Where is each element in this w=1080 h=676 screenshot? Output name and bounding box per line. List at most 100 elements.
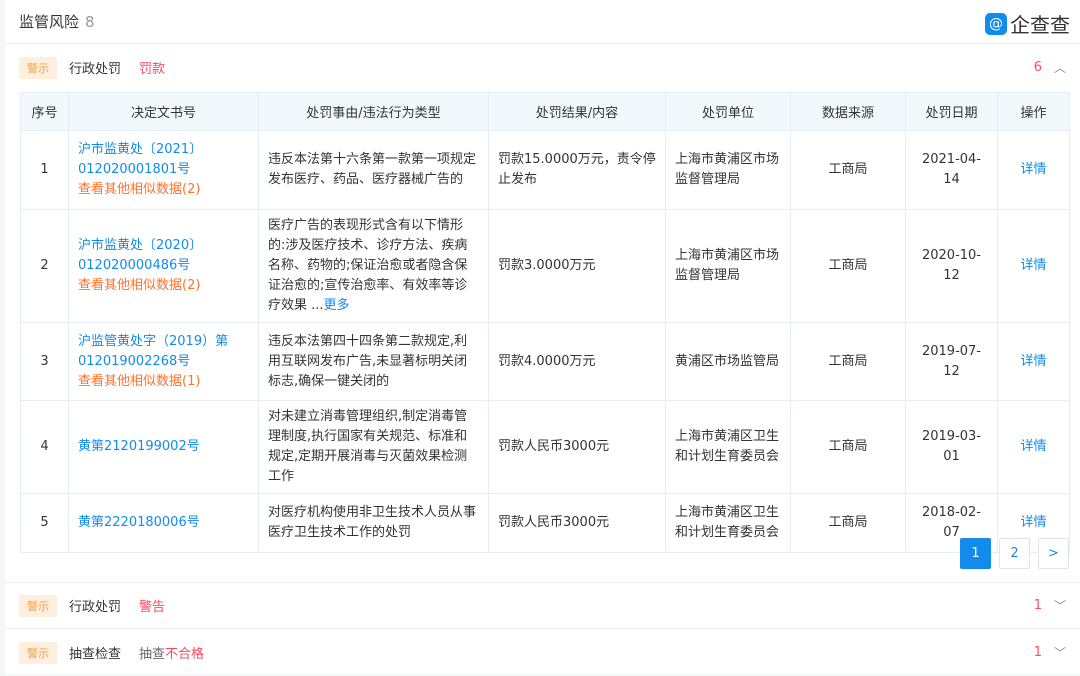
subtype-highlight: 不合格 — [165, 647, 205, 662]
similar-data-link[interactable]: 查看其他相似数据(2) — [78, 180, 249, 200]
qichacha-logo: @ 企查查 — [985, 9, 1070, 38]
action-cell: 详情 — [997, 209, 1070, 323]
doc-number-link[interactable]: 沪市监黄处〔2020〕012020000486号 — [78, 238, 202, 273]
section-category: 行政处罚 — [69, 62, 122, 77]
table-row: 3 沪监管黄处字（2019）第012019002268号 查看其他相似数据(1) … — [20, 322, 1070, 401]
reason-text: 医疗广告的表现形式含有以下情形的:涉及医疗技术、诊疗方法、疾病名称、药物的;保证… — [268, 218, 468, 313]
col-header: 处罚结果/内容 — [488, 92, 666, 131]
doc-cell: 黄第2120199002号 — [68, 400, 259, 494]
date-cell: 2019-07-12 — [905, 322, 998, 401]
pagination: 1 2 > — [960, 538, 1069, 569]
similar-data-link[interactable]: 查看其他相似数据(2) — [78, 276, 249, 296]
penalty-table: 序号 决定文书号 处罚事由/违法行为类型 处罚结果/内容 处罚单位 数据来源 处… — [20, 92, 1070, 553]
row-number: 1 — [20, 130, 69, 210]
source-cell: 工商局 — [790, 209, 906, 323]
reason-cell: 对未建立消毒管理组织,制定消毒管理制度,执行国家有关规范、标准和规定,定期开展消… — [258, 400, 489, 494]
unit-cell: 上海市黄浦区市场监督管理局 — [665, 130, 791, 210]
table-row: 5 黄第2220180006号 对医疗机构使用非卫生技术人员从事医疗卫生技术工作… — [20, 493, 1070, 553]
reason-cell: 对医疗机构使用非卫生技术人员从事医疗卫生技术工作的处罚 — [258, 493, 489, 553]
source-cell: 工商局 — [790, 400, 906, 494]
action-cell: 详情 — [997, 400, 1070, 494]
action-cell: 详情 — [997, 130, 1070, 210]
section-count: 1 — [1033, 598, 1042, 613]
section-subtype: 罚款 — [139, 62, 166, 77]
col-header: 操作 — [997, 92, 1070, 131]
page-2-button[interactable]: 2 — [999, 538, 1030, 569]
panel-count: 8 — [85, 12, 95, 31]
doc-cell: 沪市监黄处〔2021〕012020001801号查看其他相似数据(2) — [68, 130, 259, 210]
next-page-button[interactable]: > — [1038, 538, 1069, 569]
result-cell: 罚款人民币3000元 — [488, 400, 666, 494]
table-row: 1 沪市监黄处〔2021〕012020001801号查看其他相似数据(2) 违反… — [20, 130, 1070, 210]
col-header: 序号 — [20, 92, 69, 131]
source-cell: 工商局 — [790, 493, 906, 553]
section-count: 6 — [1033, 60, 1042, 75]
panel-header: 监管风险 8 @ 企查查 — [5, 0, 1080, 44]
section-header-inspection[interactable]: 警示 抽查检查 抽查不合格 1 ﹀ — [5, 629, 1080, 676]
table-row: 4 黄第2120199002号 对未建立消毒管理组织,制定消毒管理制度,执行国家… — [20, 400, 1070, 494]
detail-link[interactable]: 详情 — [1020, 258, 1046, 273]
chevron-down-icon[interactable]: ﹀ — [1054, 597, 1066, 614]
doc-cell: 沪市监黄处〔2020〕012020000486号查看其他相似数据(2) — [68, 209, 259, 323]
action-cell: 详情 — [997, 322, 1070, 401]
doc-number-link[interactable]: 沪市监黄处〔2021〕012020001801号 — [78, 142, 202, 177]
row-number: 5 — [20, 493, 69, 553]
col-header: 处罚日期 — [905, 92, 998, 131]
warning-badge: 警示 — [19, 641, 57, 664]
reason-cell: 违反本法第十六条第一款第一项规定发布医疗、药品、医疗器械广告的 — [258, 130, 489, 210]
regulatory-risk-panel: 监管风险 8 @ 企查查 警示 行政处罚 罚款 6 ︿ 序号 决定文书号 处罚事由… — [5, 0, 1080, 674]
reason-cell: 违反本法第四十四条第二款规定,利用互联网发布广告,未显著标明关闭标志,确保一键关… — [258, 322, 489, 401]
result-cell: 罚款15.0000万元，责令停止发布 — [488, 130, 666, 210]
similar-data-link[interactable]: 查看其他相似数据(1) — [78, 372, 249, 392]
chevron-down-icon[interactable]: ﹀ — [1054, 644, 1066, 661]
unit-cell: 上海市黄浦区卫生和计划生育委员会 — [665, 400, 791, 494]
unit-cell: 黄浦区市场监管局 — [665, 322, 791, 401]
doc-number-link[interactable]: 黄第2120199002号 — [78, 439, 200, 454]
detail-link[interactable]: 详情 — [1020, 515, 1046, 530]
section-category: 抽查检查 — [69, 647, 122, 662]
section-header-fine[interactable]: 警示 行政处罚 罚款 6 ︿ — [5, 44, 1080, 91]
warning-badge: 警示 — [19, 56, 57, 79]
page-1-button[interactable]: 1 — [960, 538, 991, 569]
doc-cell: 黄第2220180006号 — [68, 493, 259, 553]
col-header: 处罚事由/违法行为类型 — [258, 92, 489, 131]
date-cell: 2021-04-14 — [905, 130, 998, 210]
panel-title: 监管风险 — [19, 13, 80, 31]
section-count: 1 — [1033, 645, 1042, 660]
table-row: 2 沪市监黄处〔2020〕012020000486号查看其他相似数据(2) 医疗… — [20, 209, 1070, 323]
date-cell: 2019-03-01 — [905, 400, 998, 494]
warning-badge: 警示 — [19, 594, 57, 617]
col-header: 决定文书号 — [68, 92, 259, 131]
result-cell: 罚款4.0000万元 — [488, 322, 666, 401]
doc-number-link[interactable]: 沪监管黄处字（2019）第012019002268号 — [78, 334, 228, 369]
logo-icon: @ — [985, 12, 1007, 35]
reason-text: 违反本法第四十四条第二款规定,利用互联网发布广告,未显著标明关闭标志,确保一键关… — [268, 333, 468, 389]
result-cell: 罚款人民币3000元 — [488, 493, 666, 553]
more-link[interactable]: 更多 — [324, 298, 350, 313]
detail-link[interactable]: 详情 — [1020, 162, 1046, 177]
source-cell: 工商局 — [790, 322, 906, 401]
reason-text: 对医疗机构使用非卫生技术人员从事医疗卫生技术工作的处罚 — [268, 505, 477, 540]
row-number: 2 — [20, 209, 69, 323]
table-header: 序号 决定文书号 处罚事由/违法行为类型 处罚结果/内容 处罚单位 数据来源 处… — [20, 92, 1070, 131]
reason-cell: 医疗广告的表现形式含有以下情形的:涉及医疗技术、诊疗方法、疾病名称、药物的;保证… — [258, 209, 489, 323]
section-category: 行政处罚 — [69, 600, 122, 615]
unit-cell: 上海市黄浦区市场监督管理局 — [665, 209, 791, 323]
source-cell: 工商局 — [790, 130, 906, 210]
section-subtype: 抽查不合格 — [139, 643, 204, 662]
section-header-warning[interactable]: 警示 行政处罚 警告 1 ﹀ — [5, 582, 1080, 629]
result-cell: 罚款3.0000万元 — [488, 209, 666, 323]
chevron-up-icon[interactable]: ︿ — [1054, 59, 1066, 76]
date-cell: 2020-10-12 — [905, 209, 998, 323]
row-number: 3 — [20, 322, 69, 401]
reason-text: 违反本法第十六条第一款第一项规定发布医疗、药品、医疗器械广告的 — [268, 152, 477, 187]
doc-cell: 沪监管黄处字（2019）第012019002268号查看其他相似数据(1) — [68, 322, 259, 401]
unit-cell: 上海市黄浦区卫生和计划生育委员会 — [665, 493, 791, 553]
col-header: 处罚单位 — [665, 92, 791, 131]
detail-link[interactable]: 详情 — [1020, 439, 1046, 454]
logo-text: 企查查 — [1010, 13, 1070, 37]
row-number: 4 — [20, 400, 69, 494]
detail-link[interactable]: 详情 — [1020, 354, 1046, 369]
doc-number-link[interactable]: 黄第2220180006号 — [78, 515, 200, 530]
col-header: 数据来源 — [790, 92, 906, 131]
